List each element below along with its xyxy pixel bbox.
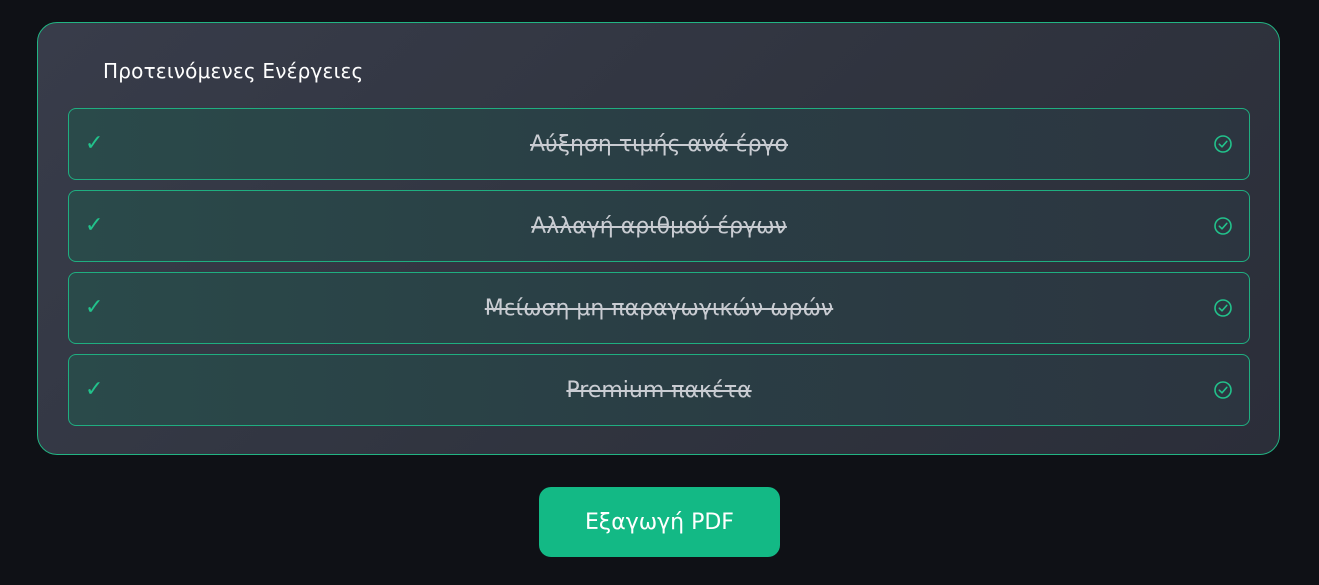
check-circle-icon[interactable] <box>1213 298 1233 318</box>
action-item[interactable]: ✓ Αύξηση τιμής ανά έργο <box>68 108 1250 180</box>
action-label: Αύξηση τιμής ανά έργο <box>529 132 789 157</box>
action-item[interactable]: ✓ Premium πακέτα <box>68 354 1250 426</box>
check-circle-icon[interactable] <box>1213 380 1233 400</box>
check-circle-icon[interactable] <box>1213 216 1233 236</box>
action-item[interactable]: ✓ Αλλαγή αριθμού έργων <box>68 190 1250 262</box>
suggested-actions-panel: Προτεινόμενες Ενέργειες ✓ Αύξηση τιμής α… <box>37 22 1280 455</box>
export-pdf-button[interactable]: Εξαγωγή PDF <box>539 487 780 557</box>
check-circle-icon[interactable] <box>1213 134 1233 154</box>
action-label: Premium πακέτα <box>566 378 752 403</box>
action-label: Μείωση μη παραγωγικών ωρών <box>484 296 834 321</box>
action-item[interactable]: ✓ Μείωση μη παραγωγικών ωρών <box>68 272 1250 344</box>
panel-title: Προτεινόμενες Ενέργειες <box>103 59 364 83</box>
action-label: Αλλαγή αριθμού έργων <box>531 214 787 239</box>
